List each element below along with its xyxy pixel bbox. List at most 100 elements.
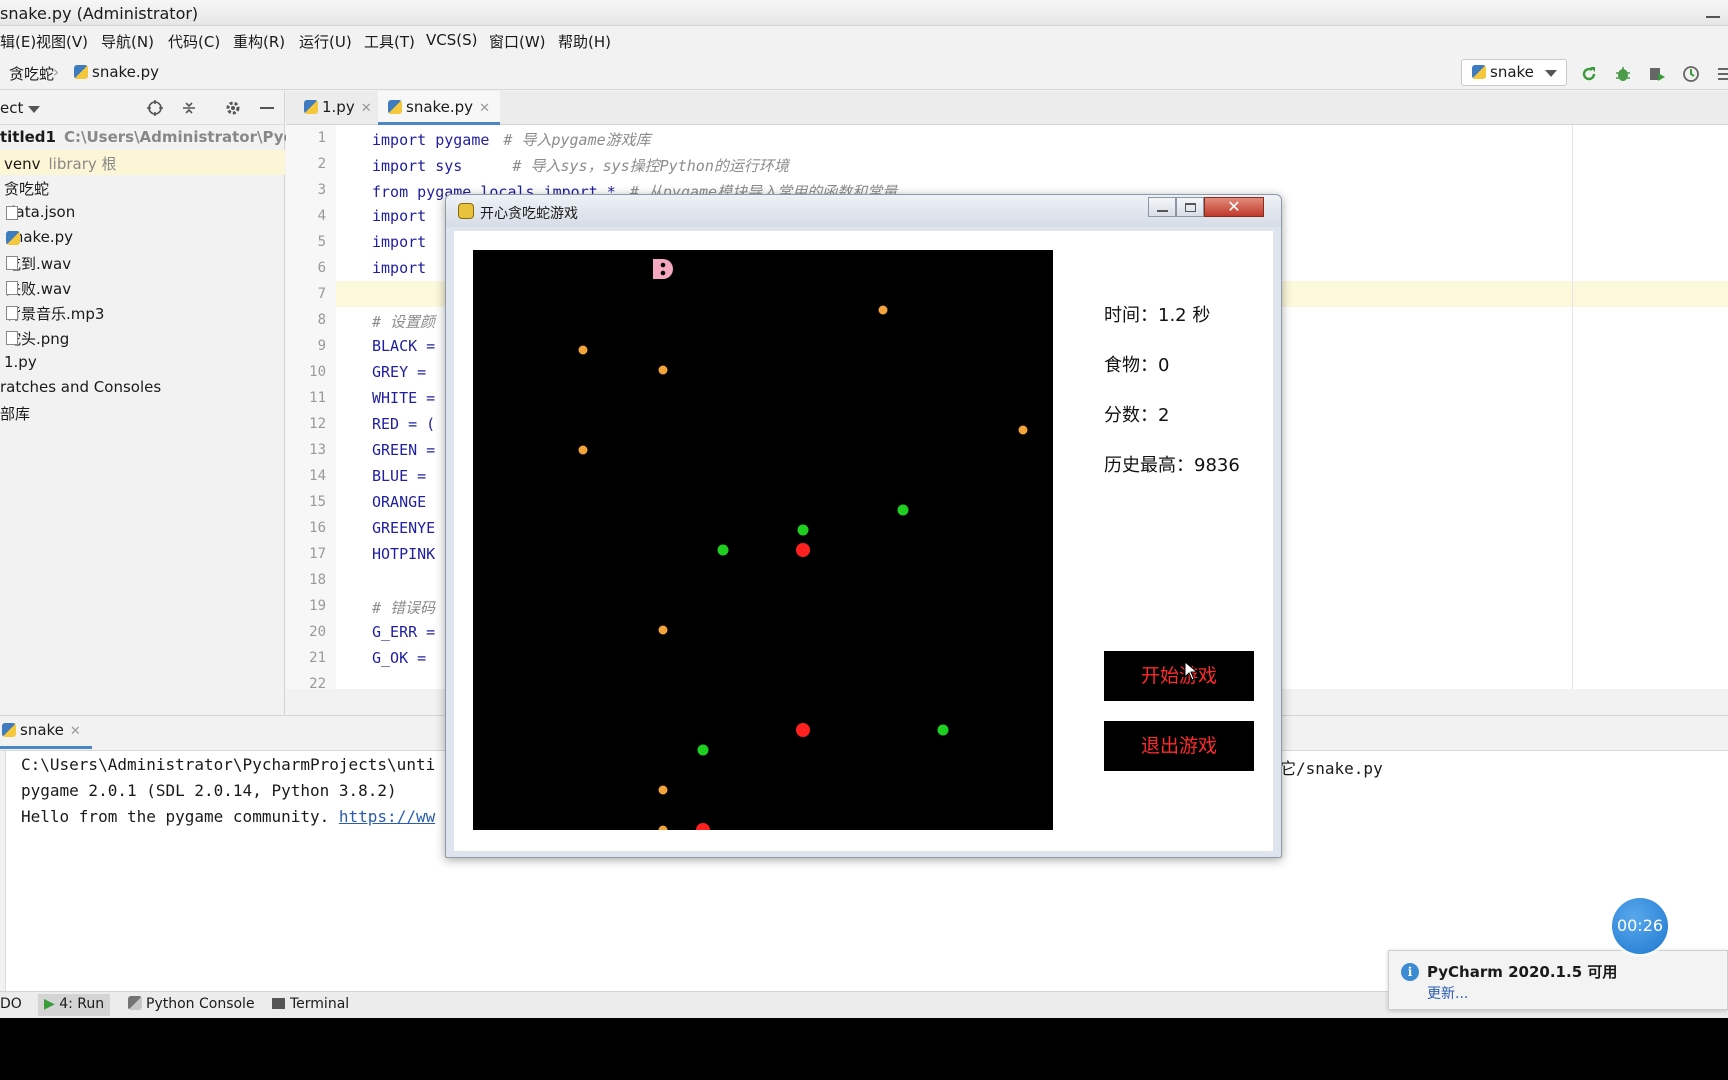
file-icon [6,306,18,320]
red-food [796,543,810,557]
code-text: G_ERR = [372,623,436,641]
window-title: snake.py (Administrator) [0,4,199,23]
debug-icon[interactable] [1614,65,1632,83]
console-line-version: pygame 2.0.1 (SDL 2.0.14, Python 3.8.2) [21,781,397,800]
terminal-tab[interactable]: Terminal [272,996,349,1012]
line-number: 14 [309,468,326,484]
code-text: import [372,207,436,225]
code-comment: # 导入sys，sys操控Python的运行环境 [512,157,789,175]
coverage-icon[interactable] [1648,65,1666,83]
update-notification: i PyCharm 2020.1.5 可用 更新... [1388,950,1728,1010]
tree-item[interactable]: data.json [0,200,285,225]
tab-snake-py[interactable]: snake.py ✕ [378,91,500,125]
best-score-label: 历史最高：9836 [1104,455,1240,476]
line-number: 12 [309,416,326,432]
run-config-label: snake [1490,63,1534,81]
tree-item[interactable]: 蛇头.png [0,325,285,350]
tree-item-label: 贪吃蛇 [4,180,50,198]
code-line: RED = ( [372,415,435,433]
tab-1-py[interactable]: 1.py ✕ [294,91,382,125]
line-number: 22 [309,676,326,692]
orange-food [658,625,668,635]
breadcrumb-project[interactable]: 贪吃蛇 [9,63,54,84]
code-line: import sys # 导入sys，sys操控Python的运行环境 [372,155,789,176]
tree-item[interactable]: 部库 [0,400,285,425]
code-text: G_OK = [372,649,436,667]
close-icon[interactable]: ✕ [70,724,81,739]
recording-timer[interactable]: 00:26 [1612,898,1668,954]
more-icon[interactable] [1716,65,1728,83]
menu-item[interactable]: 重构(R) [233,31,285,52]
quit-game-button[interactable]: 退出游戏 [1104,721,1254,771]
python-console-tab[interactable]: Python Console [128,996,255,1012]
menu-item[interactable]: VCS(S) [426,31,477,49]
tree-item[interactable]: snake.py [0,225,285,250]
project-panel-header: ect [0,91,285,125]
tree-item[interactable]: titled1 C:\Users\Administrator\Pycharm [0,125,336,150]
menu-bar: 辑(E) 视图(V) 导航(N) 代码(C) 重构(R) 运行(U) 工具(T) VCS(S)… [0,26,1728,56]
tree-item[interactable]: 贪吃蛇 [0,175,285,200]
code-line: G_OK = [372,649,435,667]
tree-item-path: library 根 [48,155,117,173]
tree-item[interactable]: 失败.wav [0,275,285,300]
python-icon [1472,65,1486,79]
menu-item[interactable]: 运行(U) [299,31,352,52]
menu-item[interactable]: 辑(E) [0,31,36,52]
pygame-icon [458,203,474,219]
code-line: BLUE = [372,467,426,485]
run-tab-snake[interactable]: snake ✕ [0,721,92,749]
rerun-icon[interactable] [1580,65,1598,83]
python-icon [128,996,142,1010]
tab-label: snake.py [406,98,474,116]
line-number: 6 [317,260,326,276]
profile-icon[interactable] [1682,65,1700,83]
update-link[interactable]: 更新... [1427,983,1468,1003]
console-link[interactable]: https://ww [339,807,435,826]
orange-food [658,785,668,795]
menu-item[interactable]: 视图(V) [36,31,88,52]
tab-label: 1.py [322,98,355,116]
game-window-titlebar: 开心贪吃蛇游戏 ✕ [446,195,1281,227]
chevron-down-icon[interactable] [28,106,40,113]
tree-item[interactable]: venv library 根 [0,150,285,175]
gear-icon[interactable] [224,99,242,117]
tree-item[interactable]: ratches and Consoles [0,375,285,400]
terminal-label: Terminal [290,996,350,1012]
menu-item[interactable]: 导航(N) [101,31,154,52]
maximize-button[interactable] [1176,197,1204,217]
menu-item[interactable]: 窗口(W) [489,31,546,52]
project-view-label[interactable]: ect [0,99,23,117]
tree-item[interactable]: 1.py [0,350,285,375]
menu-item[interactable]: 代码(C) [168,31,220,52]
orange-food [1018,425,1028,435]
menu-item[interactable]: 工具(T) [364,31,415,52]
tree-item[interactable]: 吃到.wav [0,250,285,275]
line-number: 4 [317,208,326,224]
start-game-button[interactable]: 开始游戏 [1104,651,1254,701]
code-line: ORANGE [372,493,426,511]
close-icon[interactable]: ✕ [479,101,490,116]
tree-item[interactable]: 背景音乐.mp3 [0,300,285,325]
orange-food [658,365,668,375]
minimize-icon[interactable] [1706,6,1720,18]
close-button[interactable]: ✕ [1204,197,1264,217]
run-config-dropdown[interactable]: snake [1461,59,1567,86]
snake-head [653,259,673,279]
run-tool-tab[interactable]: ▶ 4: Run [38,994,111,1016]
file-icon [6,331,18,345]
collapse-all-icon[interactable] [180,99,198,117]
todo-tab[interactable]: DO [0,996,22,1012]
breadcrumb-file[interactable]: snake.py [74,63,159,81]
game-window-title: 开心贪吃蛇游戏 [480,206,578,222]
menu-item[interactable]: 帮助(H) [558,31,611,52]
code-text: GREENYE [372,519,436,537]
minimize-button[interactable] [1148,197,1176,217]
python-file-icon [304,100,318,114]
green-food [937,724,949,736]
close-icon[interactable]: ✕ [361,101,372,116]
editor-tabs: 1.py ✕ snake.py ✕ [286,91,1728,125]
code-comment: # 导入pygame游戏库 [503,131,651,149]
locate-icon[interactable] [146,99,164,117]
hide-panel-icon[interactable] [258,99,276,117]
python-file-icon [388,100,402,114]
